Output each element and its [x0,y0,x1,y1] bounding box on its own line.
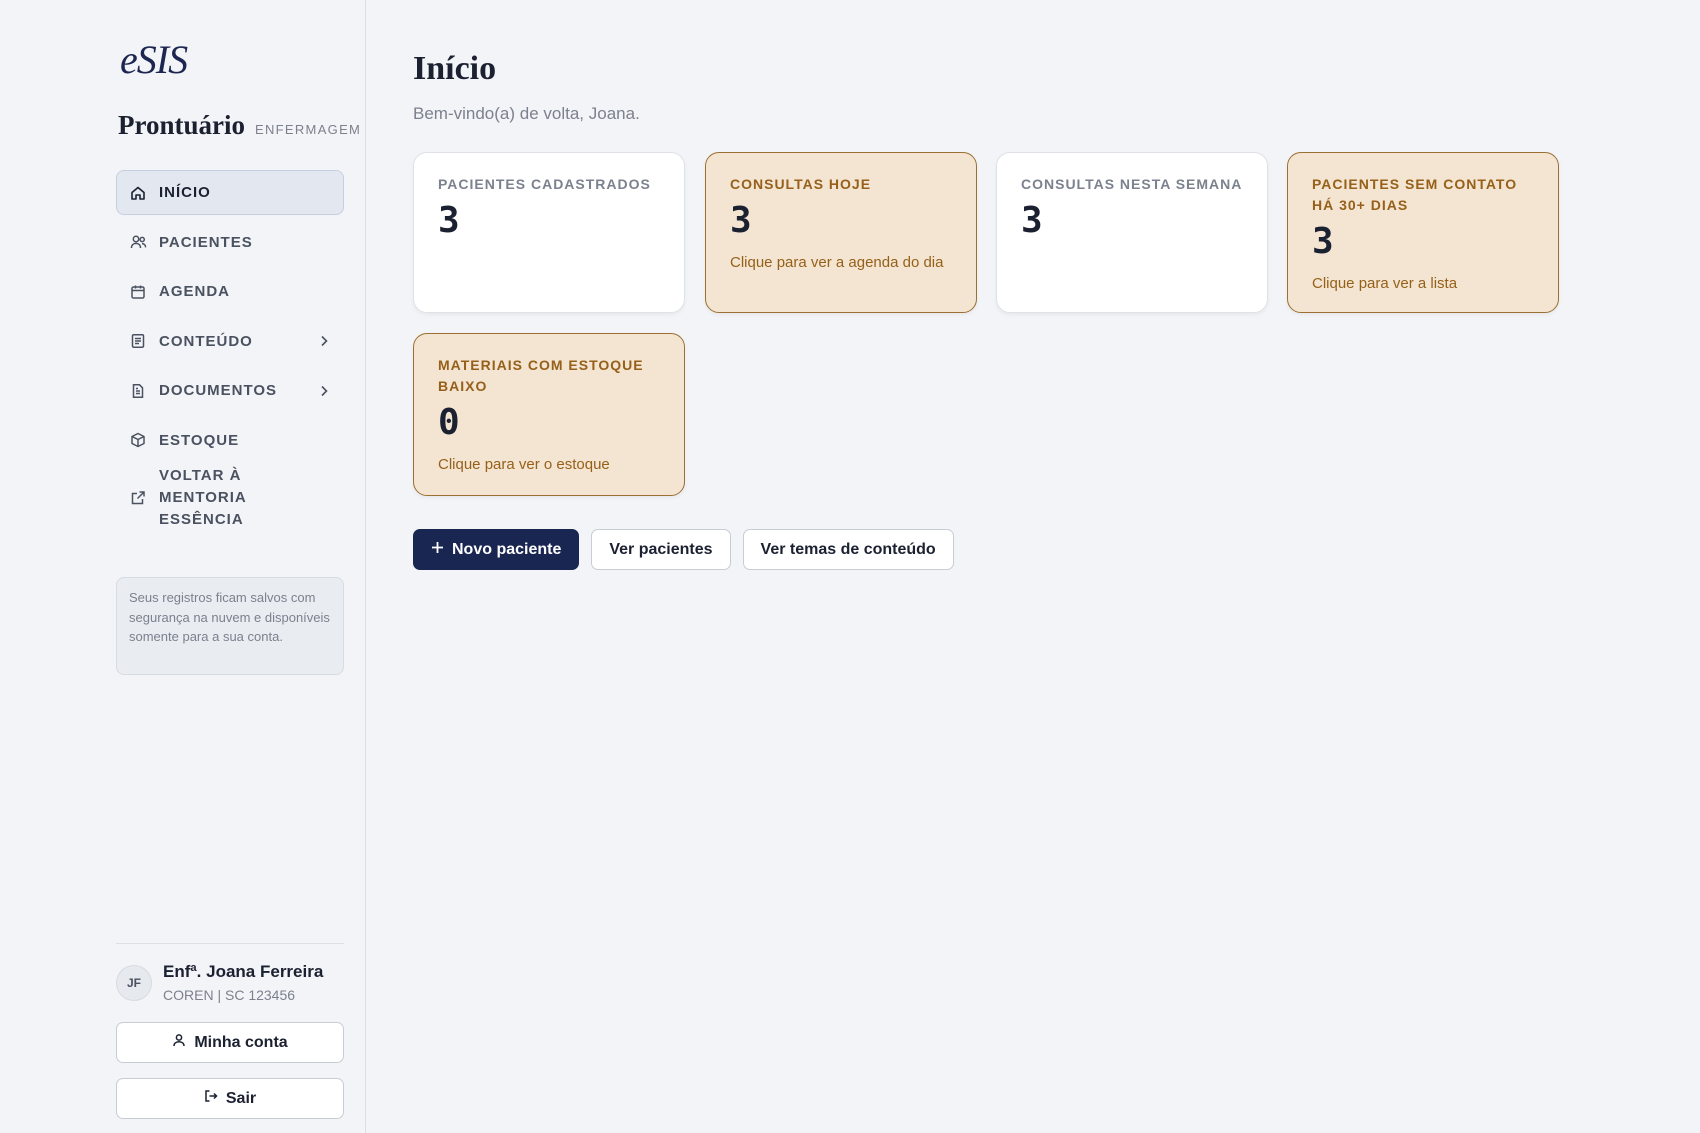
logout-button[interactable]: Sair [116,1078,344,1119]
card-hint: Clique para ver o estoque [438,456,610,473]
home-icon [129,184,147,202]
sidebar-item-agenda[interactable]: AGENDA [116,269,344,314]
account-button-label: Minha conta [194,1033,288,1051]
chevron-right-icon [317,384,331,398]
sidebar-item-label: INÍCIO [159,184,211,201]
user-profile: JF Enfª. Joana Ferreira COREN | SC 12345… [116,962,323,1003]
security-notice: Seus registros ficam salvos com seguranç… [116,577,344,675]
welcome-message: Bem-vindo(a) de volta, Joana. [413,104,640,123]
chevron-right-icon [317,334,331,348]
user-name: Enfª. Joana Ferreira [163,962,324,981]
card-label: PACIENTES CADASTRADOS [438,176,651,192]
card-label: MATERIAIS COM ESTOQUE BAIXO [438,357,644,394]
sidebar-item-label: PACIENTES [159,233,253,251]
user-registration: COREN | SC 123456 [163,987,296,1003]
card-hint: Clique para ver a agenda do dia [730,254,944,271]
avatar: JF [116,964,152,1001]
file-icon [129,382,147,400]
user-icon [172,1033,186,1052]
external-link-icon [129,489,147,507]
card-value: 3 [730,200,752,241]
card-value: 3 [438,200,460,241]
sidebar-item-inicio[interactable]: INÍCIO [116,170,344,215]
account-button[interactable]: Minha conta [116,1022,344,1063]
view-patients-button[interactable]: Ver pacientes [591,529,731,570]
stat-card-estoque-baixo[interactable]: MATERIAIS COM ESTOQUE BAIXO 0 Clique par… [413,333,685,496]
card-label: CONSULTAS NESTA SEMANA [1021,176,1243,192]
app-logo[interactable]: eSIS [120,36,188,83]
brand-subtitle: ENFERMAGEM [255,122,362,137]
sidebar-item-label: CONTEÚDO [159,332,253,350]
sidebar: eSIS Prontuário ENFERMAGEM INÍCIO PACIEN… [0,0,366,1133]
calendar-icon [129,283,147,301]
card-label: CONSULTAS HOJE [730,176,872,192]
card-value: 3 [1021,200,1043,241]
sidebar-item-label: VOLTAR À MENTORIA ESSÊNCIA [159,466,247,528]
card-value: 3 [1312,221,1334,262]
card-value: 0 [438,402,460,443]
divider [116,943,344,944]
sidebar-nav: INÍCIO PACIENTES AGENDA CONTEÚDO DOCUMEN… [116,170,344,532]
card-hint: Clique para ver a lista [1312,275,1458,292]
logout-button-label: Sair [225,1089,257,1107]
sidebar-item-documentos[interactable]: DOCUMENTOS [116,368,344,413]
sidebar-item-pacientes[interactable]: PACIENTES [116,220,344,265]
action-buttons: Novo paciente Ver pacientes Ver temas de… [413,529,954,570]
card-label: PACIENTES SEM CONTATO HÁ 30+ DIAS [1312,176,1518,213]
box-icon [129,431,147,449]
sidebar-item-voltar-mentoria[interactable]: VOLTAR À MENTORIA ESSÊNCIA [116,466,344,528]
brand: Prontuário ENFERMAGEM [118,110,361,141]
logout-icon [204,1089,218,1108]
sidebar-item-label: ESTOQUE [159,431,240,449]
new-patient-label: Novo paciente [452,540,562,558]
stat-card-pacientes-cadastrados[interactable]: PACIENTES CADASTRADOS 3 [413,152,685,313]
document-icon [129,332,147,350]
sidebar-item-estoque[interactable]: ESTOQUE [116,418,344,463]
new-patient-button[interactable]: Novo paciente [413,529,580,570]
sidebar-item-label: DOCUMENTOS [159,382,278,400]
view-topics-button[interactable]: Ver temas de conteúdo [742,529,954,570]
sidebar-item-conteudo[interactable]: CONTEÚDO [116,319,344,364]
plus-icon [431,541,444,559]
stat-card-consultas-semana[interactable]: CONSULTAS NESTA SEMANA 3 [996,152,1268,313]
brand-title: Prontuário [118,110,245,140]
stat-card-consultas-hoje[interactable]: CONSULTAS HOJE 3 Clique para ver a agend… [705,152,977,313]
users-icon [129,233,147,251]
stat-card-pacientes-sem-contato[interactable]: PACIENTES SEM CONTATO HÁ 30+ DIAS 3 Cliq… [1287,152,1559,313]
page-title: Início [413,50,497,87]
sidebar-item-label: AGENDA [159,283,231,301]
